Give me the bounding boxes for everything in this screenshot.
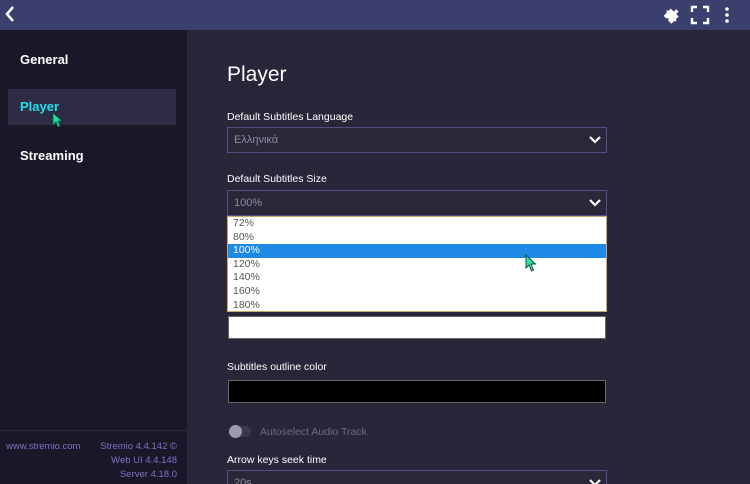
- sidebar-item-general[interactable]: General: [8, 42, 176, 78]
- subtitles-outline-color-label: Subtitles outline color: [227, 361, 327, 373]
- sidebar-item-player[interactable]: Player: [8, 89, 176, 125]
- dropdown-option[interactable]: 120%: [228, 258, 606, 272]
- subtitles-language-value: Ελληνικά: [234, 134, 279, 146]
- dropdown-option[interactable]: 160%: [228, 285, 606, 299]
- puzzle-icon[interactable]: [662, 5, 682, 25]
- page-title: Player: [227, 63, 287, 86]
- web-ui-version: Web UI 4.4.148: [111, 455, 177, 466]
- subtitles-size-select[interactable]: 100%: [227, 190, 607, 216]
- player-settings-panel: Player Default Subtitles Language Ελληνι…: [187, 30, 750, 484]
- back-arrow-icon[interactable]: [3, 4, 19, 24]
- toggle-knob: [229, 425, 242, 438]
- sidebar-footer: www.stremio.com Stremio 4.4.142 © Web UI…: [0, 430, 187, 484]
- subtitles-size-value: 100%: [234, 197, 263, 209]
- kebab-menu-icon[interactable]: [720, 5, 734, 25]
- dropdown-option-selected[interactable]: 100%: [228, 244, 606, 258]
- subtitles-language-label: Default Subtitles Language: [227, 111, 354, 123]
- chevron-down-icon: [589, 136, 601, 144]
- chevron-down-icon: [589, 479, 601, 484]
- seek-time-label: Arrow keys seek time: [227, 454, 327, 466]
- settings-sidebar: General Player Streaming www.stremio.com…: [0, 30, 187, 484]
- seek-time-value: 20s: [234, 477, 252, 484]
- autoselect-audio-label: Autoselect Audio Track: [260, 426, 367, 438]
- dropdown-option[interactable]: 140%: [228, 271, 606, 285]
- dropdown-option[interactable]: 72%: [228, 217, 606, 231]
- autoselect-audio-toggle[interactable]: [229, 425, 251, 438]
- fullscreen-icon[interactable]: [690, 5, 710, 25]
- subtitles-size-dropdown: 72% 80% 100% 120% 140% 160% 180%: [227, 216, 607, 312]
- sidebar-item-streaming[interactable]: Streaming: [8, 138, 176, 174]
- dropdown-option[interactable]: 80%: [228, 231, 606, 245]
- subtitles-language-select[interactable]: Ελληνικά: [227, 127, 607, 153]
- subtitles-text-color-picker[interactable]: [228, 316, 606, 339]
- subtitles-outline-color-picker[interactable]: [228, 380, 606, 403]
- chevron-down-icon: [589, 199, 601, 207]
- app-version: Stremio 4.4.142 ©: [100, 441, 177, 452]
- top-bar: [0, 0, 750, 30]
- dropdown-option[interactable]: 180%: [228, 299, 606, 313]
- mouse-cursor-icon: [525, 254, 536, 272]
- stremio-website-link[interactable]: www.stremio.com: [6, 441, 80, 452]
- seek-time-select[interactable]: 20s: [227, 470, 607, 484]
- subtitles-size-label: Default Subtitles Size: [227, 173, 327, 185]
- mouse-cursor-icon: [52, 112, 62, 128]
- server-version: Server 4.18.0: [119, 469, 177, 480]
